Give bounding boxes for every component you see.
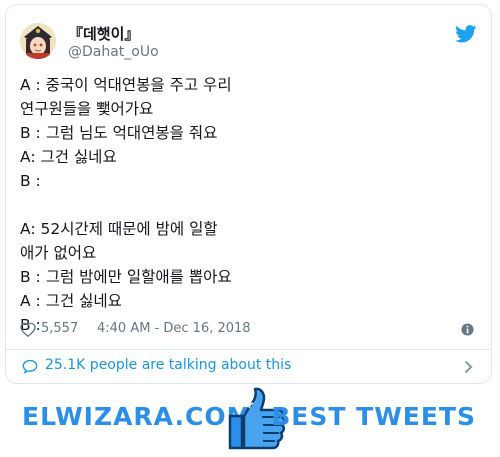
heart-icon[interactable] bbox=[20, 322, 36, 337]
brand-banner: ELWIZARA.COM BEST TWEETS bbox=[0, 384, 500, 457]
chevron-right-icon[interactable] bbox=[464, 360, 473, 374]
talking-count[interactable]: 25.1K people are talking about this bbox=[45, 357, 291, 373]
tweet-line: A: 52시간제 때문에 밤에 일할 bbox=[20, 220, 218, 238]
info-icon[interactable] bbox=[461, 323, 474, 336]
tweet-line: B : 그럼 밤에만 일할애를 뽑아요 bbox=[20, 268, 232, 286]
brand-tagline: BEST TWEETS bbox=[271, 402, 476, 431]
tweet-header: 『데햇이』 @Dahat_oUo bbox=[20, 17, 477, 65]
tweet-line: A : 그건 싫네요 bbox=[20, 292, 122, 310]
divider bbox=[6, 349, 491, 350]
twitter-bird-icon[interactable] bbox=[455, 25, 477, 43]
talking-link[interactable]: 25.1K people are talking about this bbox=[20, 357, 477, 379]
avatar[interactable] bbox=[20, 23, 56, 59]
tweet-meta: 5,557 4:40 AM - Dec 16, 2018 bbox=[20, 320, 477, 342]
tweet-line: 애가 없어요 bbox=[20, 244, 97, 262]
tweet-line: B : bbox=[20, 172, 41, 190]
display-name[interactable]: 『데햇이』 bbox=[68, 23, 139, 44]
user-handle[interactable]: @Dahat_oUo bbox=[68, 44, 159, 60]
brand-site-name: ELWIZARA.COM bbox=[22, 402, 253, 431]
like-count[interactable]: 5,557 bbox=[41, 321, 78, 336]
tweet-line: A: 그건 싫네요 bbox=[20, 148, 117, 166]
tweet-line: 연구원들을 뾏어가요 bbox=[20, 100, 154, 118]
tweet-card: 『데햇이』 @Dahat_oUo A : 중국이 억대연봉을 주고 우리 연구원… bbox=[5, 4, 492, 384]
tweet-line: B : 그럼 님도 억대연봉을 줘요 bbox=[20, 124, 218, 142]
chat-bubble-icon bbox=[22, 359, 38, 374]
tweet-timestamp[interactable]: 4:40 AM - Dec 16, 2018 bbox=[97, 321, 251, 336]
avatar-image bbox=[20, 23, 56, 59]
tweet-line: A : 중국이 억대연봉을 주고 우리 bbox=[20, 76, 232, 94]
tweet-text: A : 중국이 억대연봉을 주고 우리 연구원들을 뾏어가요 B : 그럼 님도… bbox=[20, 73, 477, 337]
